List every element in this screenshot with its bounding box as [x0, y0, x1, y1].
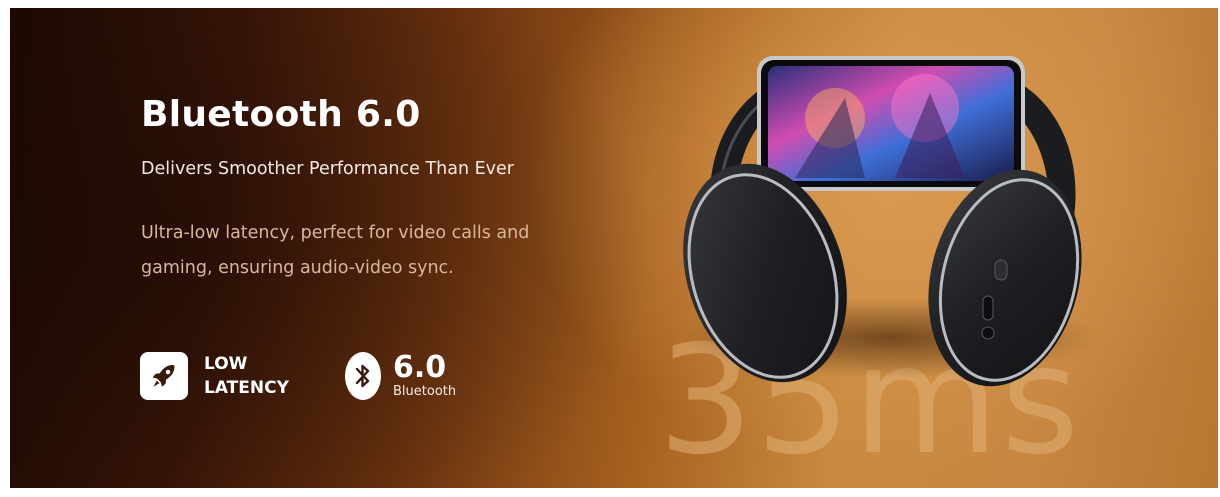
bluetooth-icon — [345, 352, 381, 400]
headphones-with-phone-image — [680, 56, 1100, 387]
feature-description: Ultra-low latency, perfect for video cal… — [141, 223, 530, 278]
page-title: Bluetooth 6.0 — [141, 94, 421, 135]
bluetooth-caption: Bluetooth — [393, 384, 457, 399]
bluetooth-feature: 6.0 Bluetooth — [345, 352, 456, 400]
product-banner: 35ms Bluetooth 6.0 Delivers Smoother Per… — [10, 8, 1218, 488]
low-latency-feature: LOW LATENCY — [140, 352, 314, 400]
rocket-icon — [140, 352, 188, 400]
page-subtitle: Delivers Smoother Performance Than Ever — [141, 159, 515, 179]
bluetooth-version: 6.0 — [393, 350, 447, 385]
low-latency-label: LOW LATENCY — [204, 354, 289, 398]
